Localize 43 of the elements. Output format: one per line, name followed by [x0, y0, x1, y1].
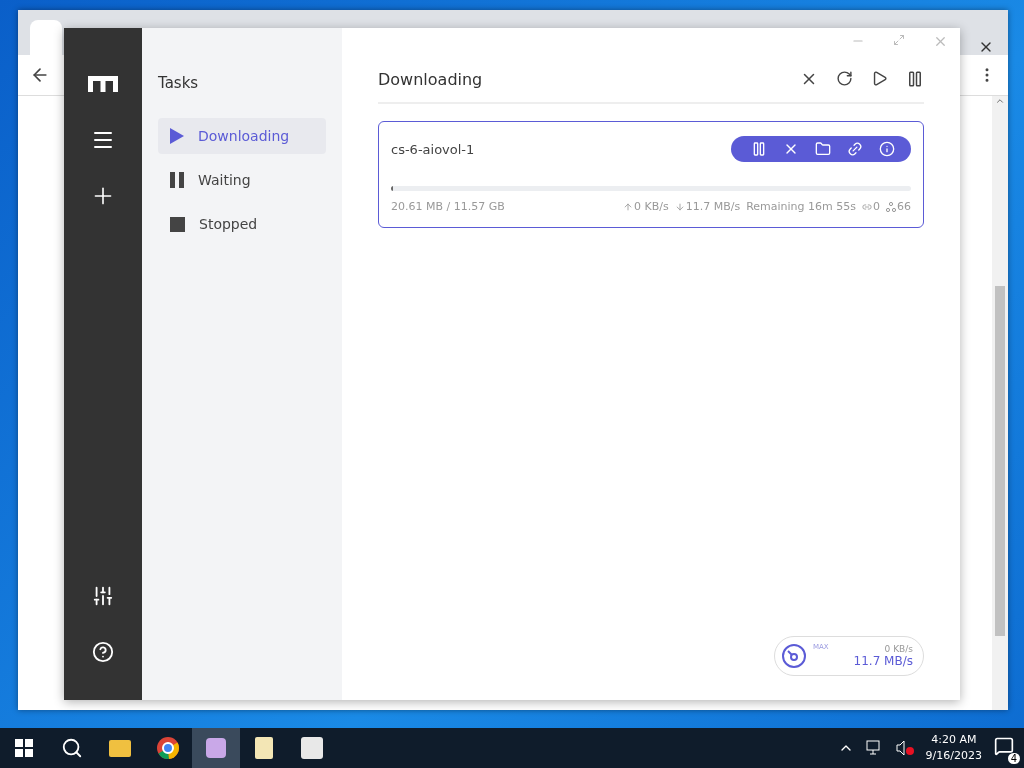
upload-speed: 0 KB/s — [884, 644, 913, 654]
app-icon[interactable] — [206, 738, 226, 758]
info-icon[interactable] — [879, 141, 895, 157]
pause-icon — [170, 172, 184, 188]
link-icon — [862, 201, 872, 212]
list-title: Downloading — [378, 69, 483, 89]
folder-icon[interactable] — [815, 141, 831, 157]
peers-icon — [886, 201, 896, 212]
sidebar-title: Tasks — [158, 74, 200, 92]
play-icon[interactable] — [871, 70, 888, 87]
browser-icon[interactable] — [156, 736, 180, 760]
scrollbar[interactable] — [992, 96, 1008, 710]
nav-item[interactable]: Downloading — [158, 118, 326, 154]
scroll-up-icon[interactable] — [995, 96, 1005, 106]
notifications-icon[interactable] — [994, 736, 1014, 756]
pause-icon[interactable] — [751, 141, 767, 157]
help-icon[interactable] — [92, 641, 114, 663]
windows-icon[interactable] — [15, 739, 33, 757]
notification-count: 4 — [1007, 753, 1020, 764]
play-icon — [170, 128, 184, 144]
folder-icon[interactable] — [109, 739, 131, 757]
download-speed: 11.7 MB/s — [853, 654, 913, 668]
upload-arrow-icon — [622, 201, 633, 212]
task-card[interactable]: cs-6-aiovol-1 20.61 MB / 11.57 GB 0 KB/s 11.7 MB/s Remaining 16m 55s 0 66 — [378, 121, 924, 228]
download-speed: 11.7 MB/s — [685, 200, 741, 213]
nav-item[interactable]: Stopped — [158, 206, 326, 242]
refresh-icon[interactable] — [836, 70, 853, 87]
pause-icon[interactable] — [906, 70, 924, 88]
volume-muted-icon[interactable] — [895, 740, 914, 756]
settings-icon[interactable] — [92, 585, 114, 607]
logo-icon — [88, 76, 118, 92]
stop-icon — [170, 216, 185, 232]
clock[interactable]: 4:20 AM 9/16/2023 — [925, 732, 982, 764]
seeders-count: 0 — [873, 200, 880, 213]
remaining-time: Remaining 16m 55s — [746, 200, 856, 213]
task-name: cs-6-aiovol-1 — [391, 141, 475, 157]
nav-item[interactable]: Waiting — [158, 162, 326, 198]
task-size: 20.61 MB / 11.57 GB — [391, 200, 505, 213]
upload-speed: 0 KB/s — [633, 200, 669, 213]
peers-count: 66 — [897, 200, 911, 213]
download-arrow-icon — [674, 201, 685, 212]
search-icon[interactable] — [61, 737, 83, 759]
gauge-icon — [781, 643, 807, 669]
